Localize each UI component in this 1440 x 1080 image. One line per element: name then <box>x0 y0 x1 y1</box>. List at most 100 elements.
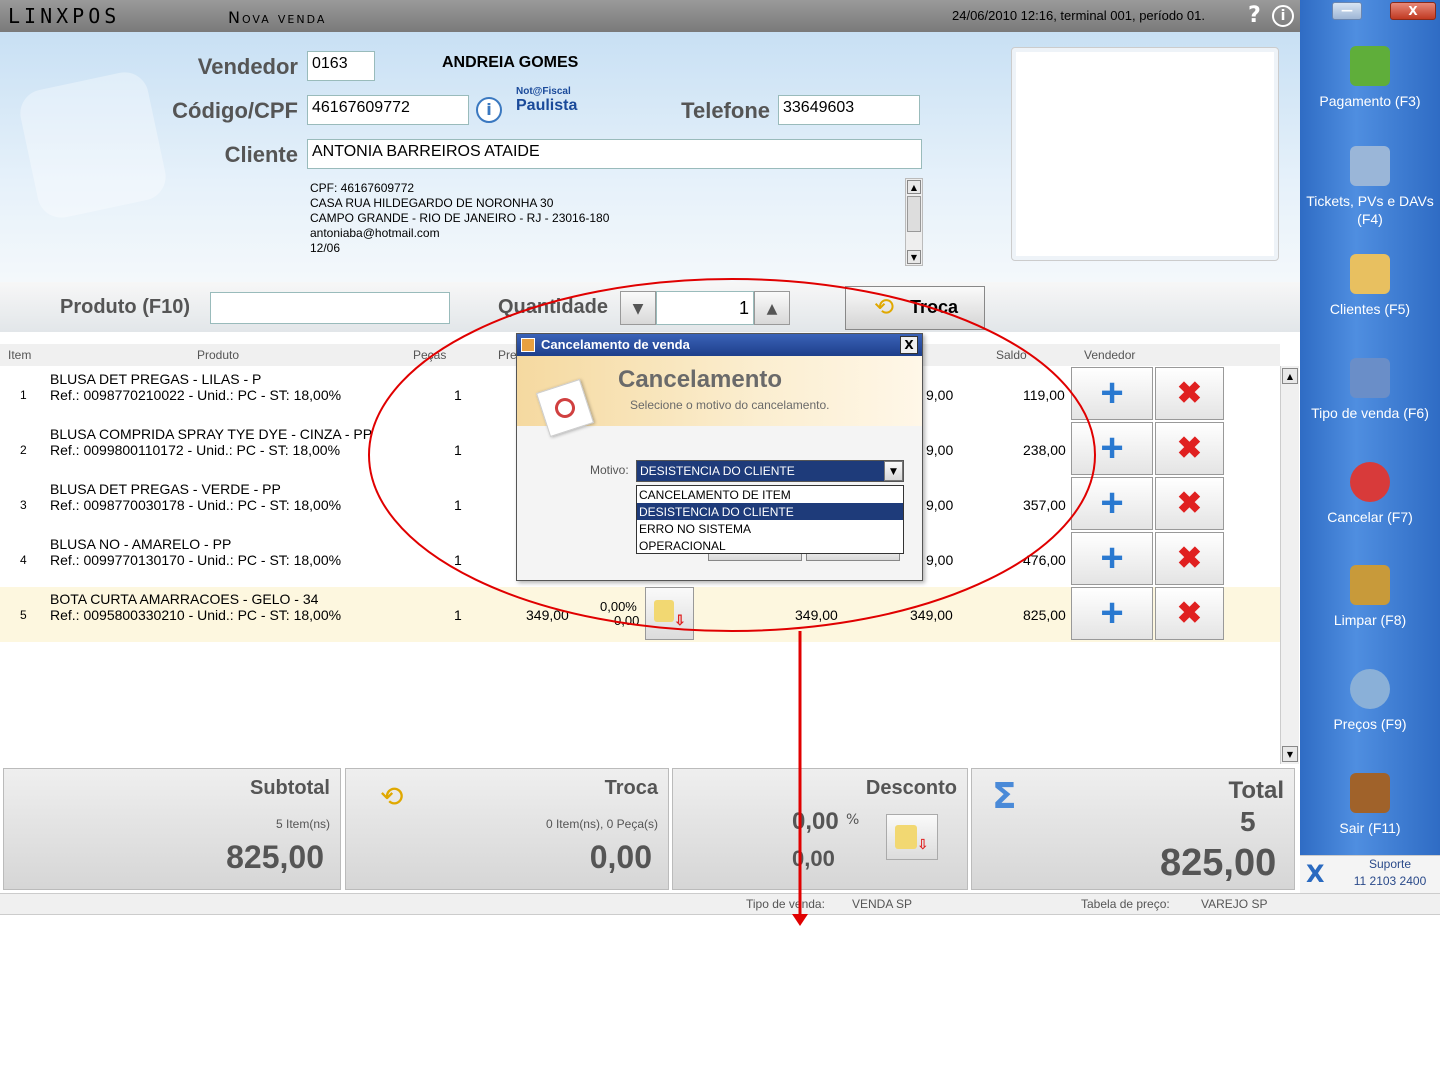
delete-item-button[interactable]: ✖ <box>1155 422 1224 475</box>
row-product-ref: Ref.: 0095800330210 - Unid.: PC - ST: 18… <box>50 607 342 623</box>
client-details: CPF: 46167609772 CASA RUA HILDEGARDO DE … <box>307 178 905 266</box>
scroll-up-icon[interactable]: ▲ <box>1282 368 1298 384</box>
scroll-thumb[interactable] <box>907 196 921 232</box>
clients-icon <box>1350 254 1390 294</box>
linx-logo-icon: X <box>1306 860 1325 888</box>
row-qty: 1 <box>454 387 462 403</box>
support-phone: 11 2103 2400 <box>1353 874 1427 888</box>
motivo-option-selected[interactable]: DESISTENCIA DO CLIENTE <box>637 503 903 520</box>
quantidade-label: Quantidade <box>498 296 609 318</box>
client-details-scrollbar[interactable]: ▲ ▼ <box>905 178 923 266</box>
desconto-label: Desconto <box>865 777 957 799</box>
subtotal-items: 5 Item(ns) <box>275 817 330 831</box>
motivo-option[interactable]: CANCELAMENTO DE ITEM <box>637 486 903 503</box>
row-partial: 349,00 <box>910 607 953 623</box>
total-discount-button[interactable]: ⇩ <box>886 814 938 860</box>
vendedor-name: ANDREIA GOMES <box>442 54 579 71</box>
client-detail-line: CAMPO GRANDE - RIO DE JANEIRO - RJ - 230… <box>310 211 610 225</box>
items-scrollbar[interactable]: ▲ ▼ <box>1280 366 1299 764</box>
nfp-logo-line2: Paulista <box>516 97 578 114</box>
motivo-select[interactable]: DESISTENCIA DO CLIENTE <box>636 460 904 482</box>
sidebar-item-label: Clientes (F5) <box>1329 301 1411 317</box>
exchange-icon: ⟲ <box>380 780 404 813</box>
delete-item-button[interactable]: ✖ <box>1155 477 1224 530</box>
telefone-field[interactable]: 33649603 <box>778 95 920 125</box>
row-product-ref: Ref.: 0099800110172 - Unid.: PC - ST: 18… <box>50 442 341 458</box>
row-index: 1 <box>20 388 27 402</box>
sidebar-item-label: Preços (F9) <box>1333 716 1407 732</box>
cliente-field[interactable]: ANTONIA BARREIROS ATAIDE <box>307 139 922 169</box>
row-discount-pct: 0,00% <box>600 599 637 614</box>
row-discount-value: 0,00 <box>614 613 640 628</box>
dialog-subheading: Selecione o motivo do cancelamento. <box>630 398 830 412</box>
client-detail-line: CASA RUA HILDEGARDO DE NORONHA 30 <box>310 196 554 210</box>
delete-item-button[interactable]: ✖ <box>1155 587 1224 640</box>
close-window-button[interactable]: X <box>1390 2 1436 20</box>
sidebar-item-precos[interactable]: Preços (F9) <box>1300 669 1440 769</box>
sidebar-item-limpar[interactable]: Limpar (F8) <box>1300 565 1440 665</box>
shopping-bag-icon <box>1350 358 1390 398</box>
troca-value: 0,00 <box>589 839 652 875</box>
add-vendor-button[interactable]: + <box>1071 587 1153 640</box>
tipo-venda-value: VENDA SP <box>852 897 913 911</box>
motivo-option[interactable]: OPERACIONAL <box>637 537 903 554</box>
help-icon[interactable]: ? <box>1248 3 1261 28</box>
delete-item-button[interactable]: ✖ <box>1155 532 1224 585</box>
item-discount-button[interactable]: ⇩ <box>645 587 694 640</box>
sidebar-item-tipo-venda[interactable]: Tipo de venda (F6) <box>1300 358 1440 458</box>
add-vendor-button[interactable]: + <box>1071 477 1153 530</box>
broom-icon <box>1350 565 1390 605</box>
row-partial: 9,00 <box>926 497 954 513</box>
info-icon[interactable]: i <box>476 97 502 123</box>
row-saldo: 119,00 <box>1023 387 1065 403</box>
add-vendor-button[interactable]: + <box>1071 367 1153 420</box>
scroll-down-icon[interactable]: ▼ <box>1282 746 1298 762</box>
quantity-decrement-button[interactable]: ▼ <box>620 291 656 325</box>
row-index: 4 <box>20 553 27 567</box>
row-partial: 9,00 <box>926 552 954 568</box>
quantity-field[interactable]: 1 <box>656 291 754 325</box>
row-product-name: BLUSA DET PREGAS - VERDE - PP <box>50 481 281 497</box>
vendedor-code-field[interactable]: 0163 <box>307 51 375 81</box>
row-product-ref: Ref.: 0099770130170 - Unid.: PC - ST: 18… <box>50 552 342 568</box>
produto-input[interactable] <box>210 292 450 324</box>
row-qty: 1 <box>454 607 462 623</box>
scroll-down-icon[interactable]: ▼ <box>907 250 921 264</box>
sidebar-item-label: Sair (F11) <box>1339 820 1401 836</box>
motivo-options-list[interactable]: CANCELAMENTO DE ITEM DESISTENCIA DO CLIE… <box>636 485 904 554</box>
motivo-option[interactable]: ERRO NO SISTEMA <box>637 520 903 537</box>
troca-button[interactable]: Troca <box>845 286 985 330</box>
sidebar-item-clientes[interactable]: Clientes (F5) <box>1300 254 1440 354</box>
session-info: 24/06/2010 12:16, terminal 001, período … <box>952 8 1205 23</box>
row-saldo: 825,00 <box>1023 607 1066 623</box>
sidebar-item-label: Pagamento (F3) <box>1319 93 1421 109</box>
delete-item-button[interactable]: ✖ <box>1155 367 1224 420</box>
minimize-button[interactable]: — <box>1332 2 1362 20</box>
sidebar-item-cancelar[interactable]: Cancelar (F7) <box>1300 462 1440 562</box>
quantity-increment-button[interactable]: ▲ <box>754 291 790 325</box>
row-qty: 1 <box>454 552 462 568</box>
sigma-icon: Σ <box>992 776 1017 817</box>
col-pecas: Peças <box>413 348 447 362</box>
tickets-icon <box>1350 146 1390 186</box>
table-row-selected[interactable]: 5 BOTA CURTA AMARRACOES - GELO - 34 Ref.… <box>0 587 1280 642</box>
motivo-label: Motivo: <box>590 463 629 477</box>
cpf-field[interactable]: 46167609772 <box>307 95 469 125</box>
client-detail-line: 12/06 <box>310 241 341 255</box>
add-vendor-button[interactable]: + <box>1071 422 1153 475</box>
discount-icon <box>895 825 917 849</box>
total-value: 825,00 <box>1160 842 1277 884</box>
sidebar-item-pagamento[interactable]: Pagamento (F3) <box>1300 46 1440 146</box>
add-vendor-button[interactable]: + <box>1071 532 1153 585</box>
scroll-up-icon[interactable]: ▲ <box>907 180 921 194</box>
annotation-arrow-head <box>792 914 808 926</box>
row-index: 2 <box>20 443 27 457</box>
chevron-down-icon[interactable]: ▼ <box>884 461 903 481</box>
exit-door-icon <box>1350 773 1390 813</box>
info-icon[interactable]: i <box>1272 5 1294 27</box>
exchange-icon: ⟲ <box>874 293 895 321</box>
sidebar-item-tickets[interactable]: Tickets, PVs e DAVs (F4) <box>1300 146 1440 246</box>
percent-symbol: % <box>846 812 860 828</box>
dialog-close-button[interactable]: X <box>900 336 918 354</box>
client-detail-line: antoniaba@hotmail.com <box>310 226 440 240</box>
